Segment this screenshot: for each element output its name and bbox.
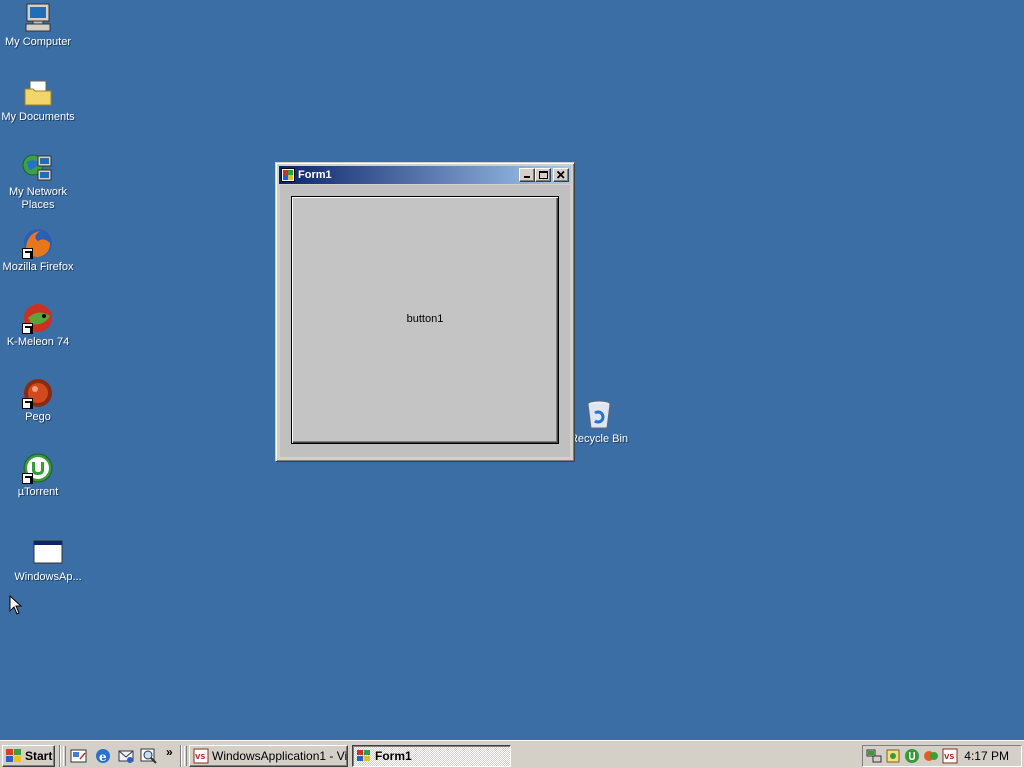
pego-icon [22, 377, 54, 409]
shortcut-arrow-icon [22, 248, 33, 259]
desktop-icon-label: My Network Places [8, 186, 68, 211]
form1-window[interactable]: Form1 button1 [275, 162, 575, 462]
outlook-icon[interactable] [117, 747, 135, 765]
shield-tray-icon[interactable] [885, 748, 901, 764]
start-button[interactable]: Start [2, 745, 55, 767]
svg-text:e: e [99, 750, 107, 764]
clock[interactable]: 4:17 PM [964, 749, 1009, 763]
desktop-icon-label: WindowsAp... [14, 571, 82, 583]
minimize-icon [524, 176, 530, 178]
form-app-icon [281, 168, 295, 182]
desktop[interactable]: My Computer My Documents My Network Plac… [0, 0, 1024, 740]
taskbar-separator [59, 745, 61, 767]
window-titlebar[interactable]: Form1 [279, 166, 571, 184]
desktop-icon-my-computer[interactable]: My Computer [0, 2, 76, 49]
ie-icon[interactable]: e [94, 747, 112, 765]
desktop-icon-label: Mozilla Firefox [2, 261, 74, 273]
desktop-icon-label: My Computer [4, 36, 72, 48]
kmeleon-icon [22, 302, 54, 334]
desktop-icon-label: Pego [25, 411, 51, 423]
desktop-icon-mozilla-firefox[interactable]: Mozilla Firefox [0, 227, 76, 274]
window-client-area: button1 [280, 185, 570, 457]
task-label: WindowsApplication1 - Vis... [212, 749, 348, 763]
quicklaunch-chevron[interactable]: » [166, 745, 173, 759]
visual-studio-icon: VS [193, 748, 209, 764]
maximize-icon [539, 171, 548, 179]
shortcut-arrow-icon [22, 473, 33, 484]
svg-text:VS: VS [195, 753, 205, 761]
desktop-icon-label: µTorrent [17, 486, 59, 498]
window-title: Form1 [298, 169, 332, 181]
desktop-icon-label: My Documents [1, 111, 75, 123]
search-icon[interactable] [140, 747, 158, 765]
taskbar: Start e » VS WindowsApplication1 - Vi Fo… [0, 740, 1024, 768]
task-label: Form1 [375, 749, 412, 763]
utorrent-icon [22, 452, 54, 484]
recycle-bin-icon [583, 399, 615, 431]
task-button-visual-studio[interactable]: VS WindowsApplication1 - Vis... [189, 745, 348, 767]
folder-documents-icon [22, 77, 54, 109]
desktop-icon-pego[interactable]: Pego [0, 377, 76, 424]
desktop-icon-my-network-places[interactable]: My Network Places [0, 152, 76, 212]
app-tray-icon[interactable] [923, 748, 939, 764]
network-places-icon [22, 152, 54, 184]
show-desktop-icon[interactable] [70, 747, 88, 765]
mouse-cursor-icon [9, 595, 23, 615]
button1[interactable]: button1 [291, 196, 559, 444]
form-app-icon [356, 748, 372, 764]
desktop-icon-k-meleon[interactable]: K-Meleon 74 [0, 302, 76, 349]
close-button[interactable] [553, 168, 569, 182]
utorrent-tray-icon[interactable] [904, 748, 920, 764]
quicklaunch-grip[interactable] [63, 746, 66, 766]
firefox-icon [22, 227, 54, 259]
desktop-icon-label: K-Meleon 74 [6, 336, 70, 348]
desktop-icon-windows-application[interactable]: WindowsAp... [10, 537, 86, 584]
shortcut-arrow-icon [22, 398, 33, 409]
shortcut-arrow-icon [22, 323, 33, 334]
start-label: Start [25, 749, 53, 763]
network-tray-icon[interactable] [866, 748, 882, 764]
task-button-form1[interactable]: Form1 [352, 745, 511, 767]
svg-text:VS: VS [944, 753, 954, 761]
window-app-icon [32, 537, 64, 569]
windows-logo-icon [6, 749, 22, 763]
desktop-icon-my-documents[interactable]: My Documents [0, 77, 76, 124]
system-tray: VS 4:17 PM [862, 745, 1022, 767]
desktop-icon-utorrent[interactable]: µTorrent [0, 452, 76, 499]
tasks-grip[interactable] [184, 746, 187, 766]
minimize-button[interactable] [519, 168, 535, 182]
close-icon [556, 170, 565, 179]
taskbar-separator [180, 745, 182, 767]
visual-studio-tray-icon[interactable]: VS [942, 748, 958, 764]
maximize-button[interactable] [535, 168, 551, 182]
computer-icon [22, 2, 54, 34]
